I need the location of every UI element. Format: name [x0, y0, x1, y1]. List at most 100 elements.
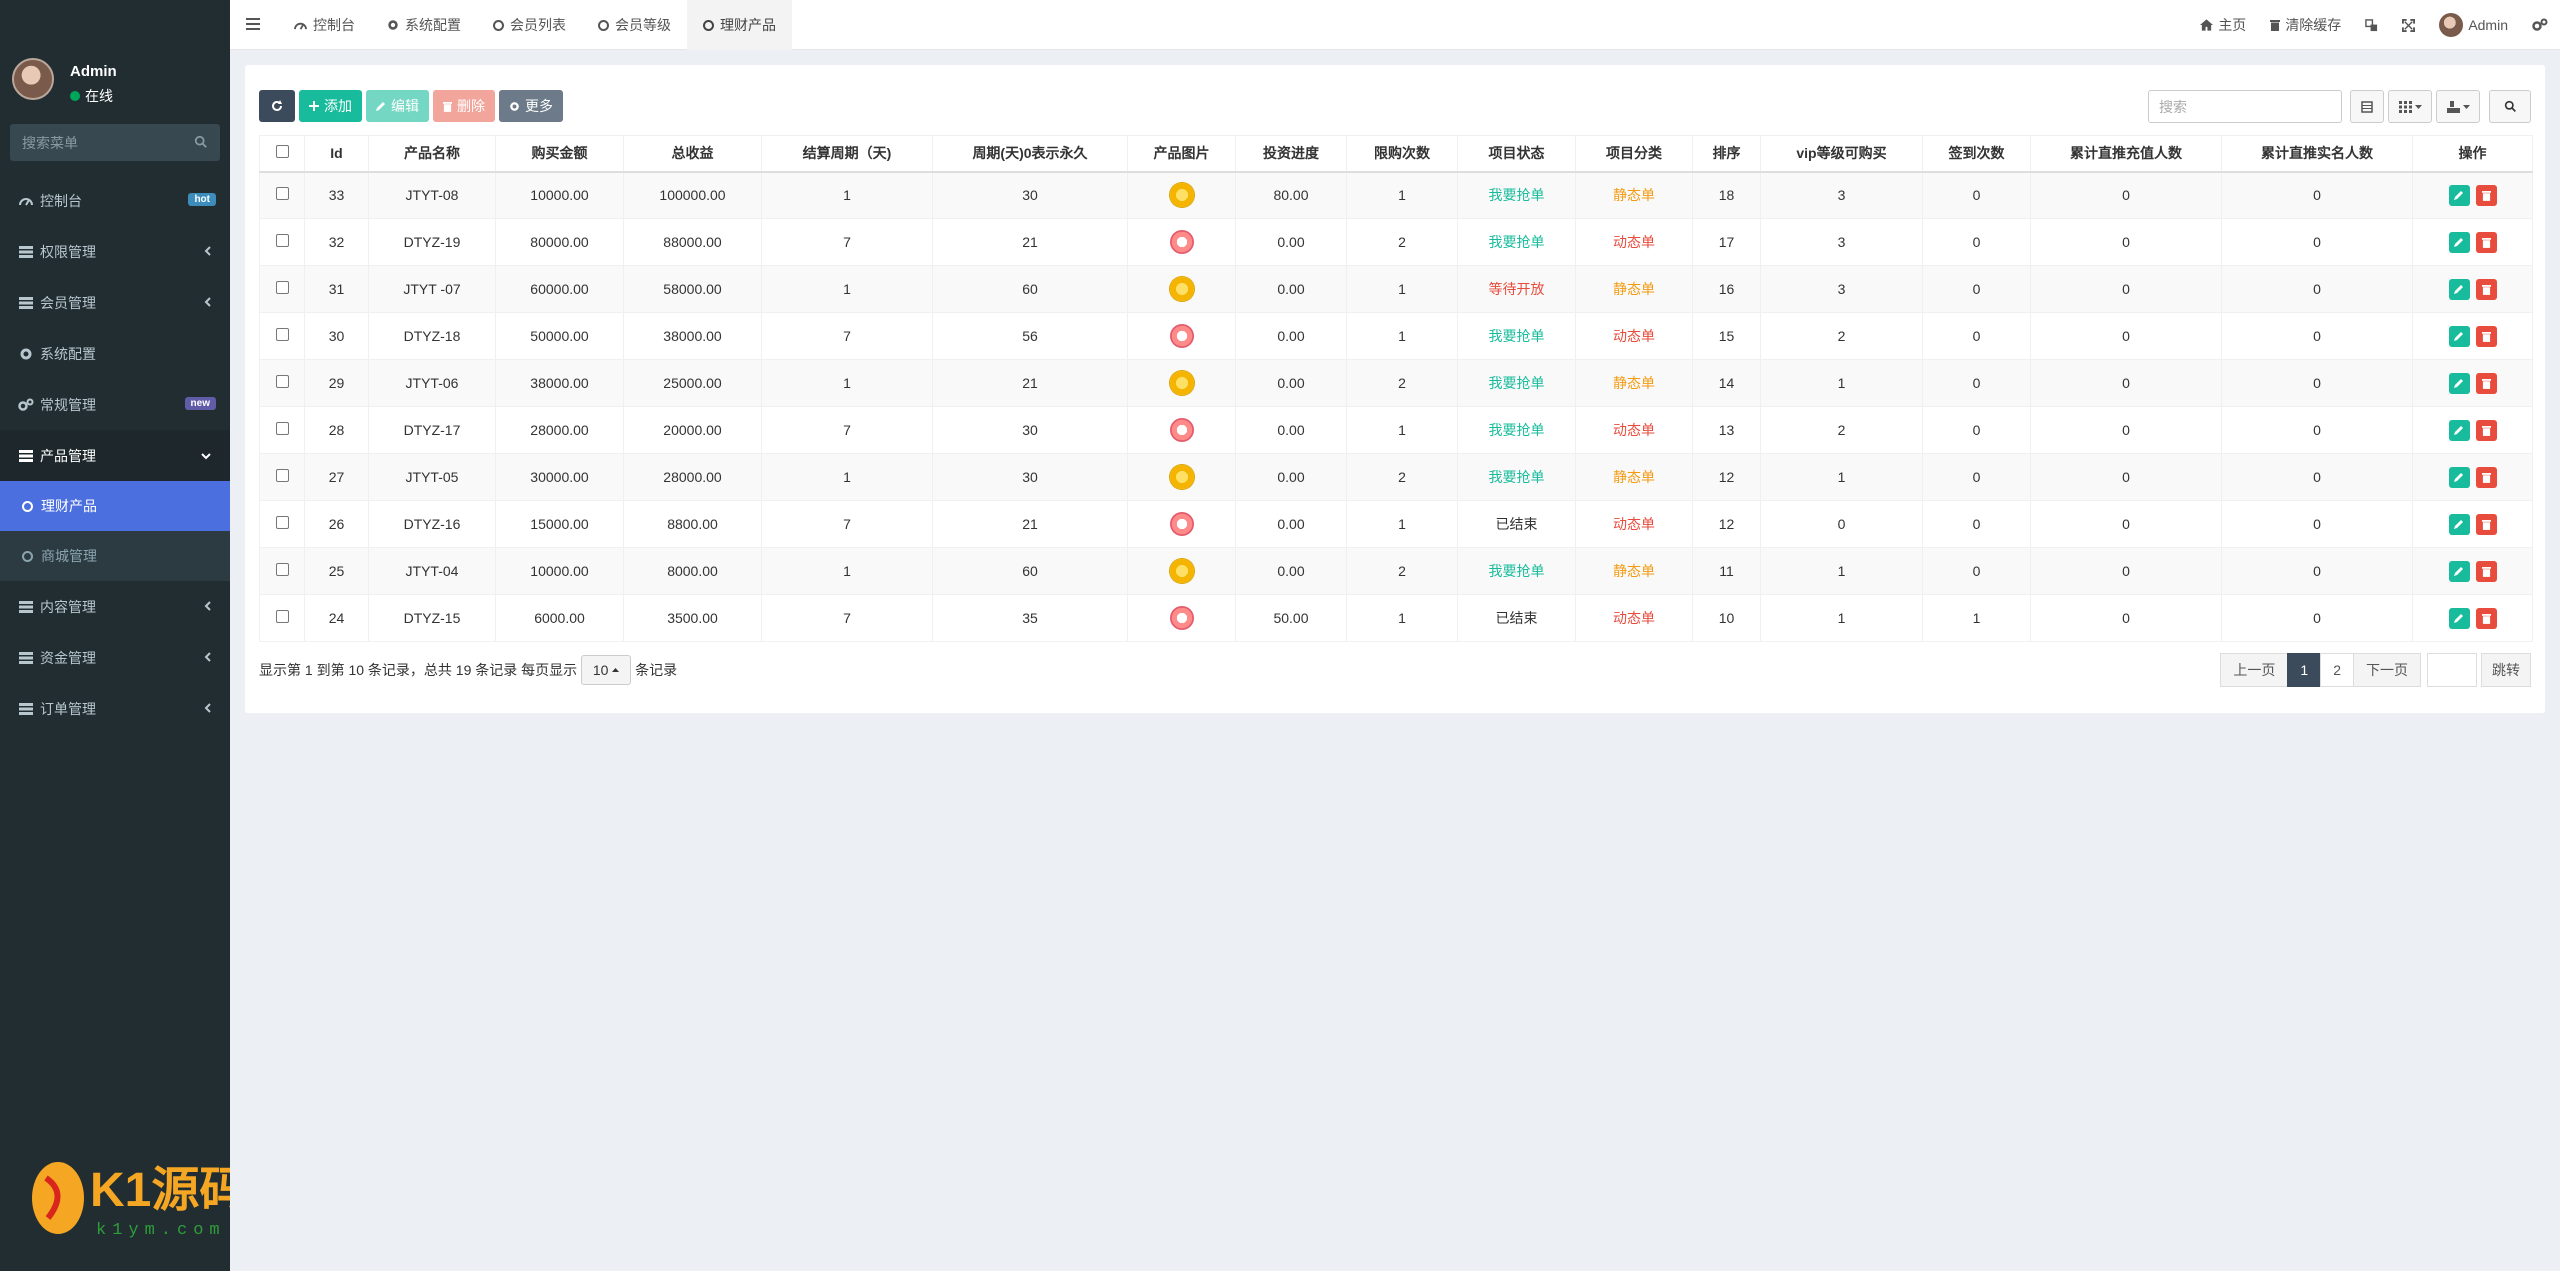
row-edit-button[interactable]: [2448, 325, 2470, 347]
row-delete-button[interactable]: [2475, 607, 2497, 629]
select-all-checkbox[interactable]: [275, 145, 289, 159]
row-edit-button[interactable]: [2448, 231, 2470, 253]
table-search-input[interactable]: [2149, 91, 2341, 122]
row-edit-button[interactable]: [2448, 607, 2470, 629]
column-header[interactable]: 排序: [1692, 135, 1761, 173]
table-row[interactable]: 32 DTYZ-19 80000.00 88000.00 7 21 0.00 2 我要抢单 动态单…: [259, 218, 2533, 266]
row-checkbox[interactable]: [275, 610, 289, 623]
product-image-icon[interactable]: [1169, 606, 1194, 630]
row-delete-button[interactable]: [2475, 466, 2497, 488]
row-edit-button[interactable]: [2448, 513, 2470, 535]
product-image-icon[interactable]: [1169, 324, 1194, 348]
add-button[interactable]: 添加: [299, 90, 362, 122]
sidebar-item-products[interactable]: 产品管理: [0, 430, 230, 481]
tab-dashboard[interactable]: 控制台: [278, 0, 371, 50]
row-delete-button[interactable]: [2475, 372, 2497, 394]
sidebar-item-general[interactable]: 常规管理 new: [0, 379, 230, 430]
row-edit-button[interactable]: [2448, 419, 2470, 441]
row-edit-button[interactable]: [2448, 560, 2470, 582]
fullscreen-button[interactable]: [2390, 0, 2427, 50]
product-image-icon[interactable]: [1169, 230, 1194, 254]
export-button[interactable]: [2436, 90, 2480, 123]
column-header[interactable]: 累计直推实名人数: [2221, 135, 2413, 173]
row-edit-button[interactable]: [2448, 184, 2470, 206]
row-delete-button[interactable]: [2475, 325, 2497, 347]
row-edit-button[interactable]: [2448, 372, 2470, 394]
sidebar-item-dashboard[interactable]: 控制台 hot: [0, 175, 230, 226]
column-header[interactable]: 签到次数: [1922, 135, 2031, 173]
column-header[interactable]: 总收益: [623, 135, 762, 173]
row-checkbox[interactable]: [275, 516, 289, 529]
row-delete-button[interactable]: [2475, 278, 2497, 300]
tab-member-list[interactable]: 会员列表: [477, 0, 582, 50]
column-header[interactable]: 周期(天)0表示永久: [932, 135, 1128, 173]
column-header[interactable]: vip等级可购买: [1760, 135, 1923, 173]
user-menu[interactable]: Admin: [2427, 0, 2520, 50]
jump-button[interactable]: 跳转: [2481, 653, 2531, 687]
sidebar-item-system-config[interactable]: 系统配置: [0, 328, 230, 379]
row-checkbox[interactable]: [275, 328, 289, 341]
column-header[interactable]: Id: [304, 135, 369, 173]
tab-system-config[interactable]: 系统配置: [371, 0, 477, 50]
column-header[interactable]: 项目状态: [1457, 135, 1576, 173]
language-button[interactable]: [2353, 0, 2390, 50]
prev-page-button[interactable]: 上一页: [2220, 653, 2289, 687]
next-page-button[interactable]: 下一页: [2353, 653, 2421, 687]
tab-member-level[interactable]: 会员等级: [582, 0, 687, 50]
page-2-button[interactable]: 2: [2320, 653, 2354, 687]
column-header[interactable]: 产品名称: [368, 135, 496, 173]
table-row[interactable]: 30 DTYZ-18 50000.00 38000.00 7 56 0.00 1 我要抢单 动态单…: [259, 312, 2533, 360]
jump-page-input[interactable]: [2427, 653, 2477, 687]
row-delete-button[interactable]: [2475, 419, 2497, 441]
page-1-button[interactable]: 1: [2287, 653, 2322, 687]
coin-image-icon[interactable]: [1169, 371, 1194, 395]
sidebar-item-orders[interactable]: 订单管理: [0, 683, 230, 734]
table-row[interactable]: 33 JTYT-08 10000.00 100000.00 1 30 80.00 1 我要抢单静…: [259, 171, 2533, 219]
column-header[interactable]: 限购次数: [1346, 135, 1458, 173]
sidebar-subitem-mall[interactable]: 商城管理: [0, 531, 230, 581]
row-checkbox[interactable]: [275, 234, 289, 247]
search-icon[interactable]: [194, 135, 208, 149]
coin-image-icon[interactable]: [1169, 277, 1194, 301]
table-row[interactable]: 29 JTYT-06 38000.00 25000.00 1 21 0.00 2 我要抢单 静态单…: [259, 359, 2533, 407]
row-delete-button[interactable]: [2475, 231, 2497, 253]
row-delete-button[interactable]: [2475, 560, 2497, 582]
hamburger-icon[interactable]: [246, 17, 260, 31]
column-header[interactable]: 投资进度: [1235, 135, 1347, 173]
sidebar-item-funds[interactable]: 资金管理: [0, 632, 230, 683]
column-header[interactable]: 结算周期（天): [761, 135, 933, 173]
refresh-button[interactable]: [259, 90, 295, 122]
coin-image-icon[interactable]: [1169, 183, 1194, 208]
row-delete-button[interactable]: [2475, 513, 2497, 535]
row-edit-button[interactable]: [2448, 278, 2470, 300]
row-delete-button[interactable]: [2475, 184, 2497, 206]
table-row[interactable]: 26 DTYZ-16 15000.00 8800.00 7 21 0.00 1 已结束 动态单 12…: [259, 500, 2533, 548]
row-checkbox[interactable]: [275, 563, 289, 576]
settings-button[interactable]: [2520, 0, 2560, 50]
row-checkbox[interactable]: [275, 469, 289, 482]
column-header[interactable]: 项目分类: [1575, 135, 1693, 173]
sidebar-search-input[interactable]: [10, 124, 220, 161]
sidebar-subitem-wealth-products[interactable]: 理财产品: [0, 481, 230, 531]
home-link[interactable]: 主页: [2188, 0, 2258, 50]
coin-image-icon[interactable]: [1169, 465, 1194, 489]
product-image-icon[interactable]: [1169, 418, 1194, 442]
row-edit-button[interactable]: [2448, 466, 2470, 488]
sidebar-item-content[interactable]: 内容管理: [0, 581, 230, 632]
sidebar-item-members[interactable]: 会员管理: [0, 277, 230, 328]
columns-button[interactable]: [2388, 90, 2432, 123]
table-row[interactable]: 24 DTYZ-15 6000.00 3500.00 7 35 50.00 1 已结束 动态单 10…: [259, 594, 2533, 642]
table-row[interactable]: 25 JTYT-04 10000.00 8000.00 1 60 0.00 2 我要抢单 静态单 1…: [259, 547, 2533, 595]
product-image-icon[interactable]: [1169, 512, 1194, 536]
row-checkbox[interactable]: [275, 187, 289, 201]
advanced-search-button[interactable]: [2489, 90, 2531, 123]
row-checkbox[interactable]: [275, 422, 289, 435]
clear-cache-button[interactable]: 清除缓存: [2258, 0, 2353, 50]
coin-image-icon[interactable]: [1169, 559, 1194, 583]
tab-wealth-products[interactable]: 理财产品: [687, 0, 792, 50]
row-checkbox[interactable]: [275, 281, 289, 294]
table-row[interactable]: 27 JTYT-05 30000.00 28000.00 1 30 0.00 2 我要抢单 静态单…: [259, 453, 2533, 501]
page-size-select[interactable]: 10: [581, 655, 632, 685]
table-row[interactable]: 31 JTYT -07 60000.00 58000.00 1 60 0.00 1 等待开放 静态…: [259, 265, 2533, 313]
toggle-view-button[interactable]: [2350, 90, 2384, 123]
